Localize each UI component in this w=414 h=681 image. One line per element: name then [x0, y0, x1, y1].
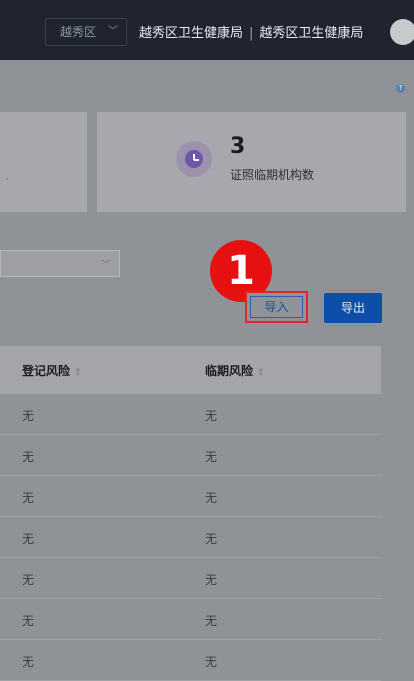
org-title: 越秀区卫生健康局 | 越秀区卫生健康局	[139, 22, 363, 41]
sort-icon[interactable]: ⇕	[257, 368, 265, 378]
export-button[interactable]: 导出	[324, 293, 382, 323]
chevron-down-icon: ﹀	[101, 260, 111, 271]
table-cell: 无	[22, 655, 35, 669]
district-select-value: 越秀区	[60, 25, 97, 39]
table-row: 无 无	[0, 558, 381, 599]
table-cell: 无	[22, 450, 35, 464]
table-cell: 无	[205, 655, 218, 669]
data-table: 登记风险 ⇕ 临期风险 ⇕ 无 无 无 无 无 无 无 无 无 无 无 无 无 无	[0, 346, 381, 681]
chevron-down-icon: ﹀	[108, 26, 118, 37]
district-select[interactable]: 越秀区 ﹀	[45, 18, 127, 46]
table-cell: 无	[205, 532, 218, 546]
table-header: 登记风险 ⇕ 临期风险 ⇕	[0, 346, 381, 394]
table-cell: 无	[205, 409, 218, 423]
column-header-expiry-risk[interactable]: 临期风险 ⇕	[205, 362, 265, 379]
stat-card-expiring[interactable]: 3 证照临期机构数	[97, 112, 406, 212]
table-row: 无 无	[0, 394, 381, 435]
column-header-registration-risk[interactable]: 登记风险 ⇕	[22, 362, 82, 379]
column-label: 临期风险	[205, 364, 254, 378]
stat-value: 3	[230, 134, 246, 159]
table-cell: 无	[22, 573, 35, 587]
stat-card-partial	[0, 112, 87, 212]
table-cell: 无	[22, 491, 35, 505]
header-separator: |	[249, 26, 254, 41]
table-cell: 无	[22, 614, 35, 628]
sort-icon[interactable]: ⇕	[74, 368, 82, 378]
import-button-label: 导入	[250, 296, 303, 318]
table-cell: 无	[205, 450, 218, 464]
clock-icon	[176, 141, 212, 177]
table-row: 无 无	[0, 476, 381, 517]
table-row: 无 无	[0, 435, 381, 476]
stat-label: 证照临期机构数	[230, 168, 315, 182]
table-cell: 无	[205, 491, 218, 505]
card-marker	[6, 178, 8, 180]
table-cell: 无	[205, 573, 218, 587]
help-icon[interactable]: ?	[396, 84, 405, 93]
table-cell: 无	[205, 614, 218, 628]
import-button[interactable]: 导入	[245, 291, 308, 323]
avatar[interactable]	[390, 19, 414, 45]
table-row: 无 无	[0, 517, 381, 558]
table-cell: 无	[22, 532, 35, 546]
user-name[interactable]: 越秀区卫生健康局	[259, 26, 363, 41]
table-row: 无 无	[0, 599, 381, 640]
table-cell: 无	[22, 409, 35, 423]
column-label: 登记风险	[22, 364, 71, 378]
org-name: 越秀区卫生健康局	[139, 26, 244, 41]
top-navigation-bar: 越秀区 ﹀ 越秀区卫生健康局 | 越秀区卫生健康局	[0, 0, 414, 60]
filter-select[interactable]: ﹀	[0, 250, 120, 277]
